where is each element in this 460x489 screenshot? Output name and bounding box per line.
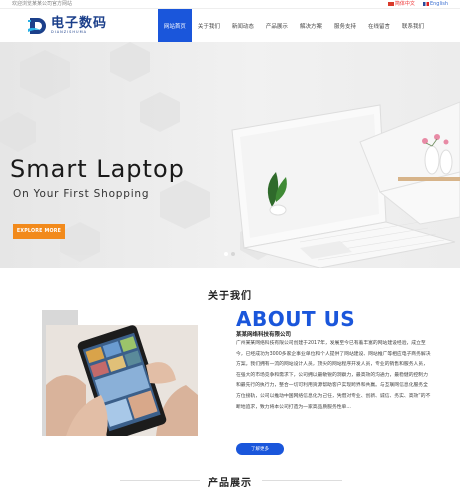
main-nav: 网站首页 关于我们 新闻动态 产品展示 解决方案 服务支持 在线留言 联系我们 <box>157 9 430 42</box>
about-photo <box>42 310 198 436</box>
logo-d-icon <box>28 17 46 34</box>
nav-message[interactable]: 在线留言 <box>362 9 396 42</box>
carousel-dot-1[interactable] <box>224 252 228 256</box>
nav-contact[interactable]: 联系我们 <box>396 9 430 42</box>
learn-more-button[interactable]: 了解更多 <box>236 443 284 455</box>
nav-home[interactable]: 网站首页 <box>157 9 192 42</box>
products-divider-right <box>262 480 342 481</box>
nav-about[interactable]: 关于我们 <box>192 9 226 42</box>
site-header: 电子数码 DIANZISHUMA 网站首页 关于我们 新闻动态 产品展示 解决方… <box>0 9 460 42</box>
welcome-text: 欢迎浏览某某公司官方网站 <box>12 1 73 7</box>
hero-title: Smart Laptop <box>10 155 185 183</box>
products-section-title: 产品展示 <box>208 478 252 489</box>
nav-products[interactable]: 产品展示 <box>260 9 294 42</box>
about-paragraph: 广州某某网络科技有限公司创建于2017年，发展至今已有着丰富的网站建设经验，成立… <box>236 341 431 410</box>
lang-english-label: English <box>429 1 448 7</box>
uk-flag-icon <box>422 1 429 6</box>
logo-subtitle: DIANZISHUMA <box>51 29 87 34</box>
carousel-dot-2[interactable] <box>231 252 235 256</box>
logo-title: 电子数码 <box>51 15 108 31</box>
language-switcher: 简体中文 English <box>387 0 448 8</box>
china-flag-icon <box>387 1 394 6</box>
lang-chinese-link[interactable]: 简体中文 <box>387 0 415 8</box>
nav-solutions[interactable]: 解决方案 <box>294 9 328 42</box>
nav-support[interactable]: 服务支持 <box>328 9 362 42</box>
lang-english-link[interactable]: English <box>422 0 448 8</box>
about-section-title: 关于我们 <box>208 291 252 302</box>
phone-in-hands-image <box>46 325 198 436</box>
top-bar: 欢迎浏览某某公司官方网站 简体中文 English <box>0 0 460 9</box>
lang-chinese-label: 简体中文 <box>394 1 415 7</box>
explore-more-button[interactable]: EXPLORE MORE <box>13 224 65 239</box>
company-name: 某某网络科技有限公司 <box>236 332 292 338</box>
about-heading: ABOUT US <box>236 307 356 331</box>
carousel-dots <box>224 252 235 256</box>
hero-banner: Smart Laptop On Your First Shopping EXPL… <box>0 42 460 268</box>
hero-subtitle: On Your First Shopping <box>13 188 150 200</box>
nav-news[interactable]: 新闻动态 <box>226 9 260 42</box>
site-logo[interactable]: 电子数码 DIANZISHUMA <box>28 17 107 35</box>
phone-image-art <box>46 325 198 436</box>
